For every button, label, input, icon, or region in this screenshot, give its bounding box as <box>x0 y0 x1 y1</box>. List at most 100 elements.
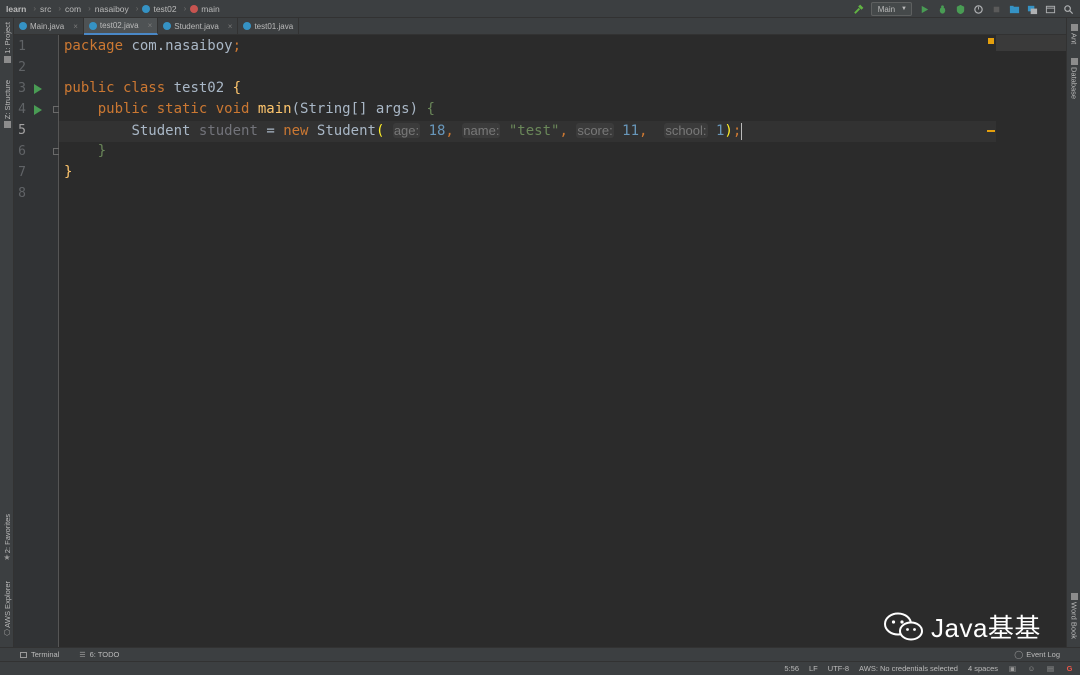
breadcrumb-item-src[interactable]: src › <box>40 4 65 14</box>
class-icon <box>142 4 151 13</box>
class-icon <box>88 21 97 30</box>
chevron-right-icon: › <box>33 4 36 13</box>
tool-aws-explorer[interactable]: AWS Explorer ⬡ <box>0 581 14 637</box>
indent-setting[interactable]: 4 spaces <box>968 664 998 673</box>
chevron-right-icon: › <box>88 4 91 13</box>
tool-terminal[interactable]: Terminal <box>20 650 59 659</box>
line-number: 2 <box>18 60 26 75</box>
code-line-7: } <box>64 164 73 180</box>
chevron-down-icon: ▼ <box>901 6 907 12</box>
window-icon[interactable] <box>1044 3 1056 15</box>
parameter-hint-school: school: <box>664 123 708 138</box>
tool-structure[interactable]: Z: Structure <box>0 80 14 129</box>
tool-event-log[interactable]: ◯ Event Log <box>1014 650 1060 659</box>
status-bar: 5:56 LF UTF-8 AWS: No credentials select… <box>0 661 1080 675</box>
aws-icon: ⬡ <box>3 627 11 637</box>
build-hammer-icon[interactable] <box>853 3 865 15</box>
warning-indicator-icon[interactable] <box>988 38 994 44</box>
class-icon <box>163 22 172 30</box>
folder-icon <box>3 55 11 63</box>
chevron-right-icon: › <box>58 4 62 13</box>
line-number-current: 5 <box>18 123 26 138</box>
line-separator[interactable]: LF <box>809 664 818 673</box>
run-class-gutter-icon[interactable] <box>34 84 42 94</box>
code-line-4: public static void main(String[] args) { <box>97 101 435 117</box>
line-number: 7 <box>18 165 26 180</box>
debug-icon[interactable] <box>936 3 948 15</box>
tool-favorites[interactable]: 2: Favorites ★ <box>0 514 14 562</box>
file-encoding[interactable]: UTF-8 <box>828 664 849 673</box>
class-icon <box>19 22 27 30</box>
terminal-icon <box>20 651 27 658</box>
breadcrumb-item-com[interactable]: com › <box>65 4 95 14</box>
breadcrumb-item-main[interactable]: main <box>190 4 220 14</box>
tool-ant[interactable]: Ant <box>1067 24 1080 44</box>
left-tool-strip: 1: Project Z: Structure 2: Favorites ★ A… <box>0 18 14 647</box>
editor-gutter: 1 2 3 4 5 6 7 8 <box>14 35 60 647</box>
project-structure-icon[interactable] <box>1008 3 1020 15</box>
event-log-icon: ◯ <box>1014 650 1024 659</box>
watermark-text: Java基基 <box>931 613 1041 643</box>
chevron-right-icon: › <box>135 4 139 13</box>
tool-todo[interactable]: ☰ 6: TODO <box>79 650 119 659</box>
tool-database[interactable]: Database <box>1067 58 1080 99</box>
run-main-gutter-icon[interactable] <box>34 105 42 115</box>
text-caret <box>741 122 743 140</box>
breadcrumb-item-test02[interactable]: test02 › <box>142 4 190 14</box>
tab-student-java[interactable]: Student.java × <box>158 18 239 34</box>
code-line-1: package com.nasaiboy; <box>64 38 242 54</box>
tab-test02-java[interactable]: test02.java × <box>83 18 159 35</box>
stop-icon[interactable] <box>990 3 1002 15</box>
minimap[interactable] <box>996 35 1066 51</box>
method-icon <box>190 4 199 13</box>
line-number: 3 <box>18 81 26 96</box>
close-icon[interactable]: × <box>148 21 153 30</box>
breadcrumb-item-learn[interactable]: learn › <box>6 4 40 14</box>
code-line-3: public class test02 { <box>64 80 242 96</box>
tool-project[interactable]: 1: Project <box>0 22 14 63</box>
parameter-hint-age: age: <box>392 123 421 138</box>
breadcrumb: learn › src › com › nasaiboy › test02 › main <box>0 0 220 18</box>
main-toolbar: Main ▼ <box>853 0 1080 18</box>
memory-icon[interactable]: ▤ <box>1046 664 1055 673</box>
wechat-icon <box>884 612 923 640</box>
profile-icon[interactable] <box>972 3 984 15</box>
structure-icon <box>3 121 11 129</box>
tab-test01-java[interactable]: test01.java <box>238 18 300 34</box>
editor-tabs: Main.java × test02.java × Student.java ×… <box>14 18 1066 35</box>
line-number: 8 <box>18 186 26 201</box>
right-tool-strip: Ant Database Word Book <box>1066 18 1080 647</box>
google-icon[interactable]: G <box>1065 664 1074 673</box>
breadcrumb-item-nasaiboy[interactable]: nasaiboy › <box>95 4 143 14</box>
aws-credentials[interactable]: AWS: No credentials selected <box>859 664 958 673</box>
close-icon[interactable]: × <box>73 22 78 31</box>
parameter-hint-name: name: <box>462 123 501 138</box>
sdk-icon[interactable] <box>1026 3 1038 15</box>
line-number: 1 <box>18 39 26 54</box>
line-number: 4 <box>18 102 26 117</box>
line-number: 6 <box>18 144 26 159</box>
navigation-bar: learn › src › com › nasaiboy › test02 › main … <box>0 0 1080 18</box>
inspector-icon[interactable]: ☺ <box>1027 664 1036 673</box>
star-icon: ★ <box>3 553 11 563</box>
run-icon[interactable] <box>918 3 930 15</box>
book-icon <box>1070 593 1078 600</box>
ant-icon <box>1070 24 1078 31</box>
database-icon <box>1070 58 1078 65</box>
list-icon: ☰ <box>79 651 86 659</box>
bottom-tool-bar: Terminal ☰ 6: TODO ◯ Event Log <box>0 647 1080 661</box>
run-configuration-select[interactable]: Main ▼ <box>870 2 912 16</box>
tool-word-book[interactable]: Word Book <box>1067 593 1080 639</box>
code-line-6: } <box>97 143 107 159</box>
code-line-5: Student student = new Student( age: 18, … <box>131 122 743 140</box>
caret-position[interactable]: 5:56 <box>784 664 799 673</box>
coverage-icon[interactable] <box>954 3 966 15</box>
lock-icon[interactable]: ▣ <box>1008 664 1017 673</box>
editor-scrollbar-area[interactable] <box>987 35 1066 647</box>
code-editor[interactable]: package com.nasaiboy; public class test0… <box>59 35 996 647</box>
search-icon[interactable] <box>1062 3 1074 15</box>
class-icon <box>243 22 252 30</box>
tab-main-java[interactable]: Main.java × <box>14 18 84 34</box>
chevron-right-icon: › <box>183 4 187 13</box>
close-icon[interactable]: × <box>228 22 233 31</box>
